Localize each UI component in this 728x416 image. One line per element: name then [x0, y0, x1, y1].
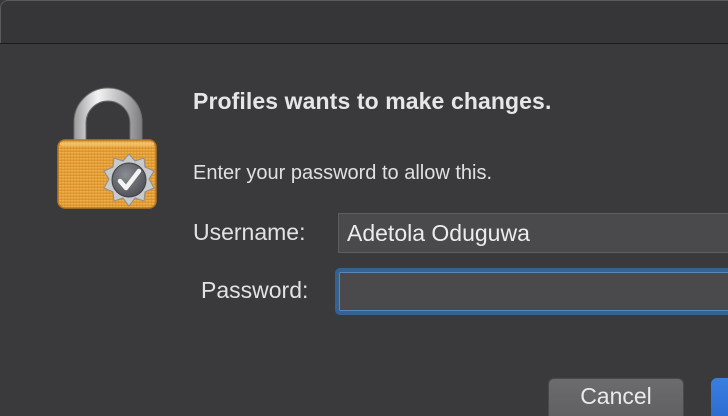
password-field[interactable] [335, 268, 728, 315]
dialog-message: Enter your password to allow this. [193, 162, 493, 184]
username-label: Username: [193, 219, 306, 245]
cancel-button[interactable]: Cancel [548, 378, 684, 416]
title-bar[interactable] [0, 0, 728, 43]
default-action-button[interactable] [711, 378, 728, 416]
dialog-title: Profiles wants to make changes. [193, 88, 552, 114]
lock-icon [57, 87, 157, 209]
username-field[interactable]: Adetola Oduguwa [338, 213, 728, 253]
authorization-dialog: Profiles wants to make changes. Enter yo… [0, 0, 728, 416]
password-label: Password: [201, 277, 309, 303]
